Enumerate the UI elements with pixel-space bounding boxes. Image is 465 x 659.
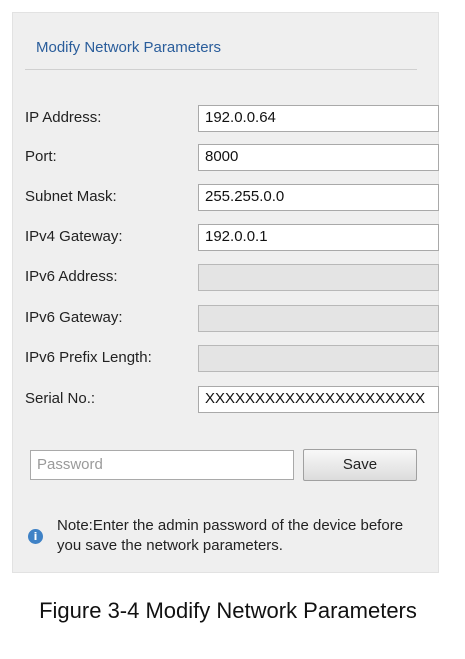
ipv4-gateway-row: IPv4 Gateway: 192.0.0.1 [25,224,439,252]
password-input[interactable]: Password [30,450,294,480]
serial-number-field: XXXXXXXXXXXXXXXXXXXXXX [198,386,439,413]
serial-number-label: Serial No.: [25,390,96,407]
port-row: Port: 8000 [25,144,439,172]
ip-address-field[interactable]: 192.0.0.64 [198,105,439,132]
subnet-mask-row: Subnet Mask: 255.255.0.0 [25,184,439,212]
ipv6-prefix-length-label: IPv6 Prefix Length: [25,349,152,366]
ipv6-gateway-label: IPv6 Gateway: [25,309,123,326]
note-text: Note:Enter the admin password of the dev… [57,517,404,554]
ipv6-gateway-row: IPv6 Gateway: [25,305,439,333]
subnet-mask-label: Subnet Mask: [25,188,117,205]
ip-address-label: IP Address: [25,109,102,126]
ipv6-address-label: IPv6 Address: [25,268,118,285]
ipv6-address-field [198,264,439,291]
figure-caption: Figure 3-4 Modify Network Parameters [39,598,417,623]
ipv6-prefix-length-field [198,345,439,372]
info-icon: i [28,529,43,544]
serial-number-row: Serial No.: XXXXXXXXXXXXXXXXXXXXXX [25,386,439,414]
port-label: Port: [25,148,57,165]
ipv6-gateway-field [198,305,439,332]
ipv6-prefix-length-row: IPv6 Prefix Length: [25,345,439,373]
ipv4-gateway-field[interactable]: 192.0.0.1 [198,224,439,251]
modify-network-panel: Modify Network Parameters IP Address: 19… [12,12,439,573]
panel-title: Modify Network Parameters [36,39,222,56]
port-field[interactable]: 8000 [198,144,439,171]
ip-address-row: IP Address: 192.0.0.64 [25,105,439,133]
ipv6-address-row: IPv6 Address: [25,264,439,292]
save-button[interactable]: Save [303,449,417,481]
title-divider [25,69,417,70]
ipv4-gateway-label: IPv4 Gateway: [25,228,123,245]
subnet-mask-field[interactable]: 255.255.0.0 [198,184,439,211]
